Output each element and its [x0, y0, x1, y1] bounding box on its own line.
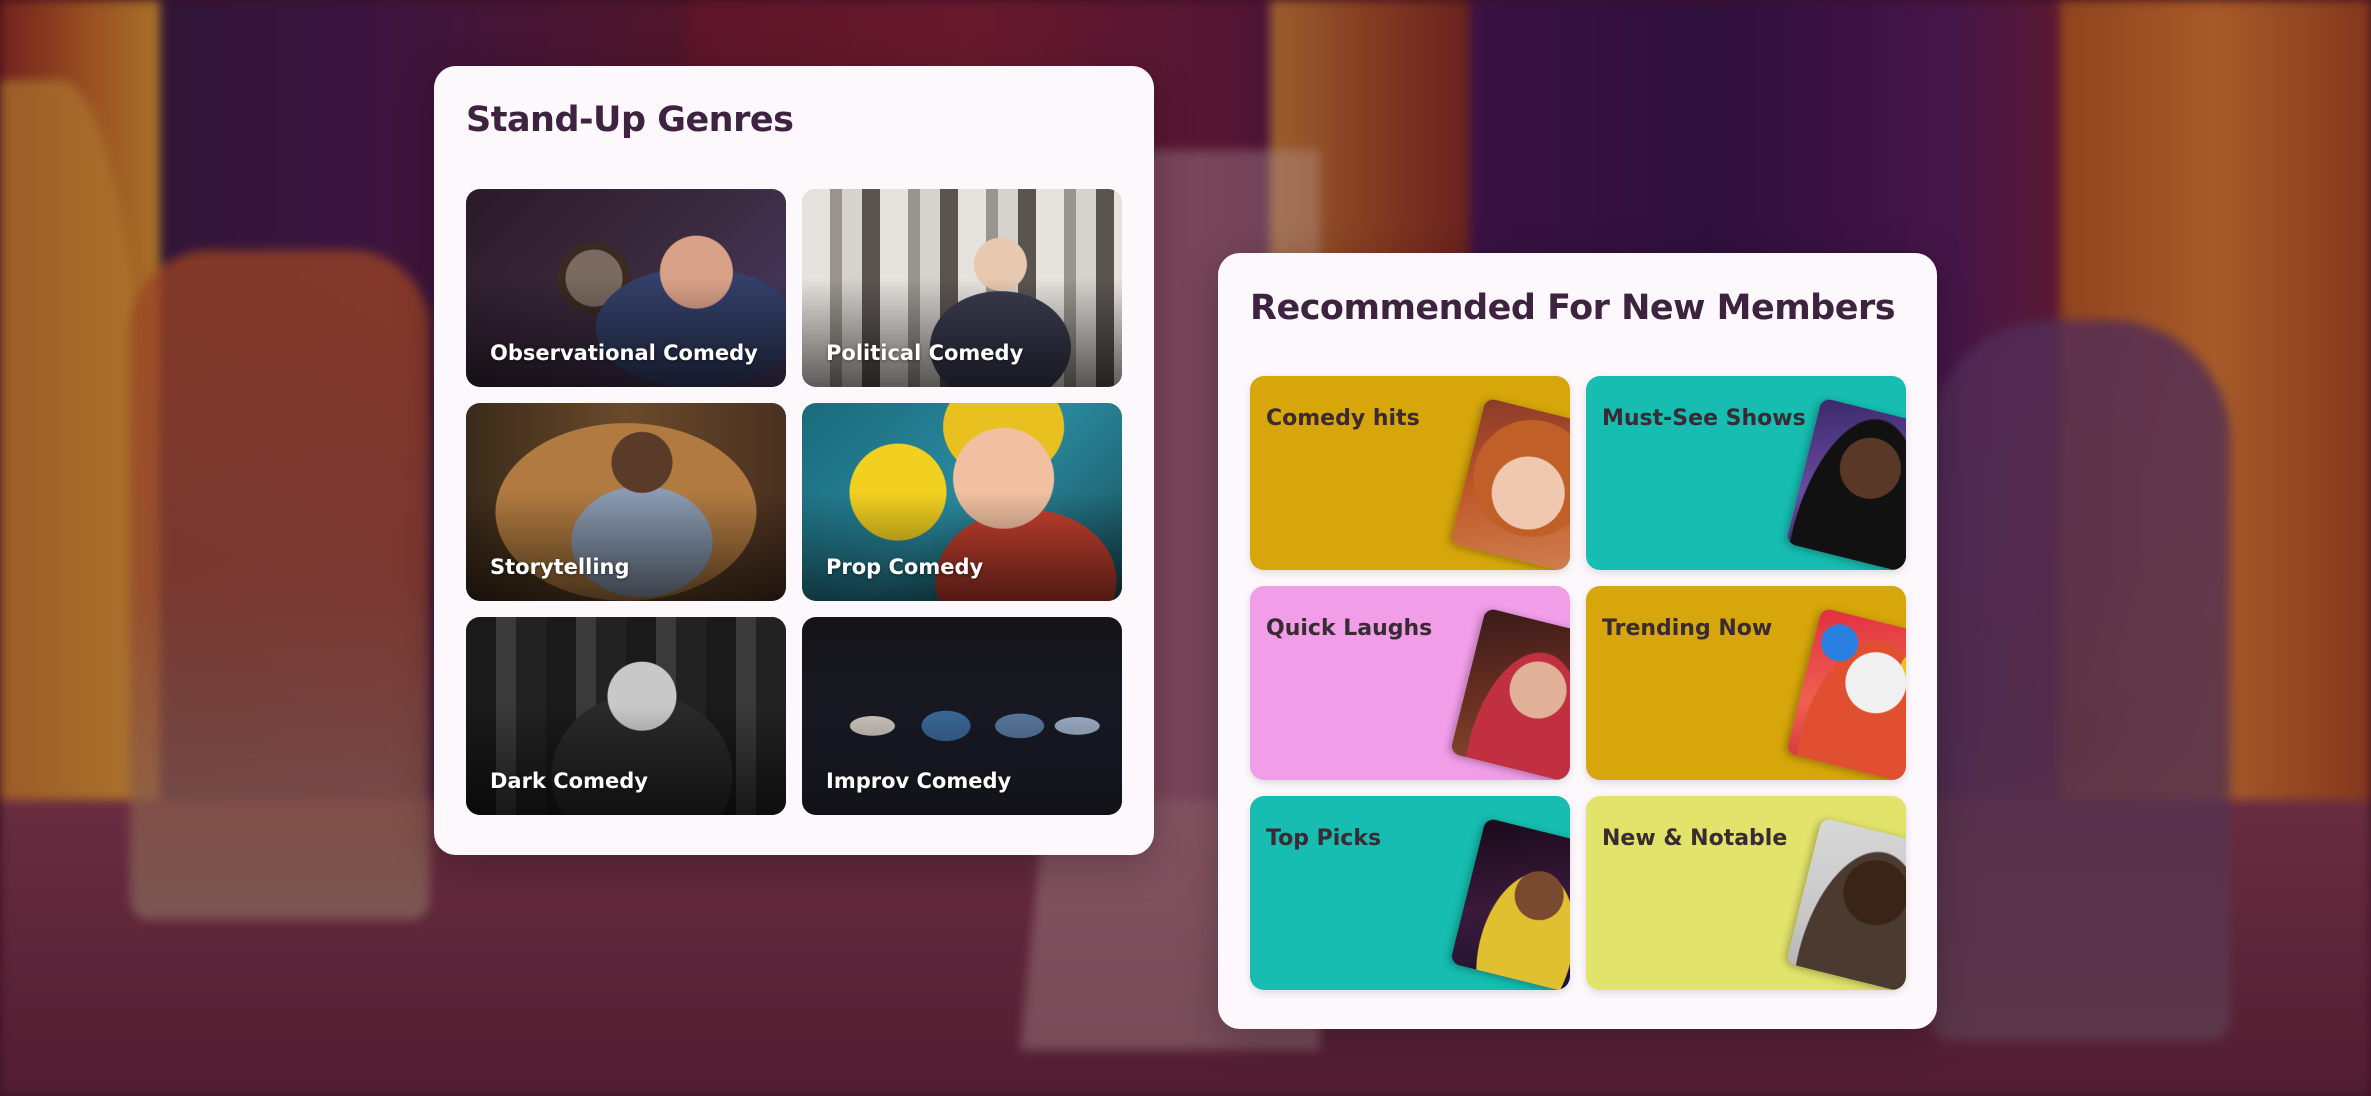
genre-label: Storytelling — [490, 555, 630, 579]
comedian-photo — [1449, 607, 1570, 780]
rec-label: Trending Now — [1602, 616, 1773, 641]
rec-tile-must-see-shows[interactable]: Must-See Shows — [1586, 376, 1906, 570]
rec-label: Comedy hits — [1266, 406, 1420, 431]
genre-tile-observational-comedy[interactable]: Observational Comedy — [466, 189, 786, 387]
comedian-photo — [1449, 397, 1570, 570]
rec-label: Quick Laughs — [1266, 616, 1433, 641]
genres-panel: Stand-Up Genres Observational Comedy Pol… — [434, 66, 1154, 855]
stage-background-image — [0, 0, 2371, 1096]
rec-tile-quick-laughs[interactable]: Quick Laughs — [1250, 586, 1570, 780]
genre-label: Dark Comedy — [490, 769, 648, 793]
rec-tile-comedy-hits[interactable]: Comedy hits — [1250, 376, 1570, 570]
rec-label: Must-See Shows — [1602, 406, 1806, 431]
recommended-grid: Comedy hits Must-See Shows Quick Laughs … — [1250, 376, 1906, 990]
rec-label: New & Notable — [1602, 826, 1788, 851]
recommended-panel: Recommended For New Members Comedy hits … — [1218, 253, 1937, 1029]
rec-tile-top-picks[interactable]: Top Picks — [1250, 796, 1570, 990]
genres-title: Stand-Up Genres — [466, 100, 794, 140]
comedian-photo — [1785, 817, 1906, 990]
comedian-photo — [1785, 607, 1906, 780]
genre-tile-political-comedy[interactable]: Political Comedy — [802, 189, 1122, 387]
rec-tile-trending-now[interactable]: Trending Now — [1586, 586, 1906, 780]
rec-tile-new-notable[interactable]: New & Notable — [1586, 796, 1906, 990]
rec-label: Top Picks — [1266, 826, 1382, 851]
genre-label: Improv Comedy — [826, 769, 1012, 793]
genre-tile-improv-comedy[interactable]: Improv Comedy — [802, 617, 1122, 815]
genre-label: Political Comedy — [826, 341, 1024, 365]
genre-label: Prop Comedy — [826, 555, 984, 579]
comedian-photo — [1449, 817, 1570, 990]
recommended-title: Recommended For New Members — [1250, 288, 1896, 328]
genre-label: Observational Comedy — [490, 341, 758, 365]
genres-grid: Observational Comedy Political Comedy St… — [466, 189, 1122, 815]
genre-tile-prop-comedy[interactable]: Prop Comedy — [802, 403, 1122, 601]
genre-tile-dark-comedy[interactable]: Dark Comedy — [466, 617, 786, 815]
genre-tile-storytelling[interactable]: Storytelling — [466, 403, 786, 601]
